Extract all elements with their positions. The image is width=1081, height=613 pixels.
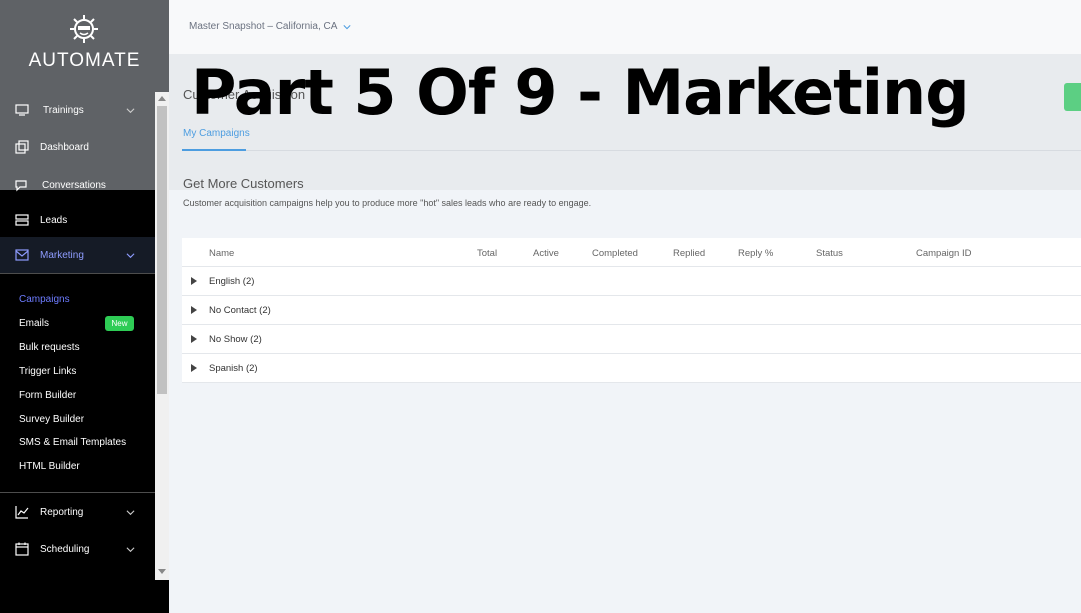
section-title: Get More Customers [183,176,304,191]
sidebar-item-label: Conversations [42,179,106,191]
submenu-sms-email-templates[interactable]: SMS & Email Templates [19,437,126,448]
sidebar-item-leads[interactable]: Leads [0,202,155,238]
col-active[interactable]: Active [533,248,559,259]
submenu-trigger-links[interactable]: Trigger Links [19,366,76,377]
submenu-campaigns[interactable]: Campaigns [19,294,70,305]
col-replied[interactable]: Replied [673,248,705,259]
sidebar-item-conversations[interactable]: Conversations [0,167,155,203]
divider [0,273,155,274]
expand-arrow-icon[interactable] [191,277,197,285]
leads-icon [15,214,29,226]
chevron-down-icon [126,509,135,515]
sidebar-scrollbar[interactable] [155,92,169,580]
location-switcher[interactable]: Master Snapshot – California, CA [189,21,351,32]
col-reply-pct[interactable]: Reply % [738,248,773,259]
chevron-down-icon [126,546,135,552]
submenu-html-builder[interactable]: HTML Builder [19,461,80,472]
chat-icon [15,180,27,192]
sidebar-item-label: Dashboard [40,141,89,153]
submenu-bulk-requests[interactable]: Bulk requests [19,342,80,353]
sidebar: AUTOMATE Trainings Dashboard Conversatio… [0,0,169,613]
expand-arrow-icon[interactable] [191,306,197,314]
col-completed[interactable]: Completed [592,248,638,259]
sidebar-item-label: Scheduling [40,543,90,555]
sidebar-item-label: Leads [40,214,68,226]
col-status[interactable]: Status [816,248,843,259]
video-overlay-title: Part 5 Of 9 - Marketing [191,56,970,129]
mail-icon [15,249,29,261]
divider [0,492,155,493]
table-row[interactable]: No Show (2) [182,325,1081,354]
location-name: Master Snapshot – California, CA [189,21,338,32]
tab-bar-border [182,150,1081,151]
chevron-down-icon [126,252,135,258]
col-name[interactable]: Name [209,248,234,259]
col-total[interactable]: Total [477,248,497,259]
active-tab-indicator [182,149,246,151]
expand-arrow-icon[interactable] [191,335,197,343]
logo-text: AUTOMATE [28,50,141,71]
tab-my-campaigns[interactable]: My Campaigns [183,128,250,139]
topbar: Master Snapshot – California, CA [169,0,1081,54]
sidebar-item-dashboard[interactable]: Dashboard [0,129,155,165]
sidebar-item-label: Reporting [40,506,84,518]
scroll-thumb[interactable] [157,106,167,394]
sidebar-header-edge [155,0,169,92]
table-row[interactable]: No Contact (2) [182,296,1081,325]
campaigns-table: Name Total Active Completed Replied Repl… [182,238,1081,383]
sidebar-item-scheduling[interactable]: Scheduling [0,531,155,567]
chevron-down-icon [126,107,135,113]
table-row[interactable]: Spanish (2) [182,354,1081,383]
table-row[interactable]: English (2) [182,267,1081,296]
sidebar-item-label: Marketing [40,249,84,261]
sidebar-item-trainings[interactable]: Trainings [0,92,155,128]
submenu-survey-builder[interactable]: Survey Builder [19,414,84,425]
group-name: Spanish (2) [209,363,258,374]
col-campaign-id[interactable]: Campaign ID [916,248,971,259]
scroll-down-arrow-icon[interactable] [158,569,166,574]
submenu-form-builder[interactable]: Form Builder [19,390,76,401]
chart-line-icon [15,506,29,519]
group-name: No Show (2) [209,334,262,345]
expand-arrow-icon[interactable] [191,364,197,372]
table-header: Name Total Active Completed Replied Repl… [182,238,1081,267]
sidebar-item-label: Trainings [43,104,84,116]
section-description: Customer acquisition campaigns help you … [183,198,592,208]
automate-logo-icon [70,15,98,43]
trainings-icon [15,104,29,116]
sidebar-item-reporting[interactable]: Reporting [0,494,155,530]
create-campaign-button[interactable] [1064,83,1081,111]
new-badge: New [105,316,134,331]
group-name: English (2) [209,276,255,287]
dashboard-icon [15,140,29,154]
sidebar-item-marketing[interactable]: Marketing [0,237,155,273]
scroll-up-arrow-icon[interactable] [158,96,166,101]
calendar-icon [15,542,29,556]
group-name: No Contact (2) [209,305,271,316]
submenu-emails[interactable]: Emails [19,318,49,329]
chevron-down-icon [343,24,351,29]
